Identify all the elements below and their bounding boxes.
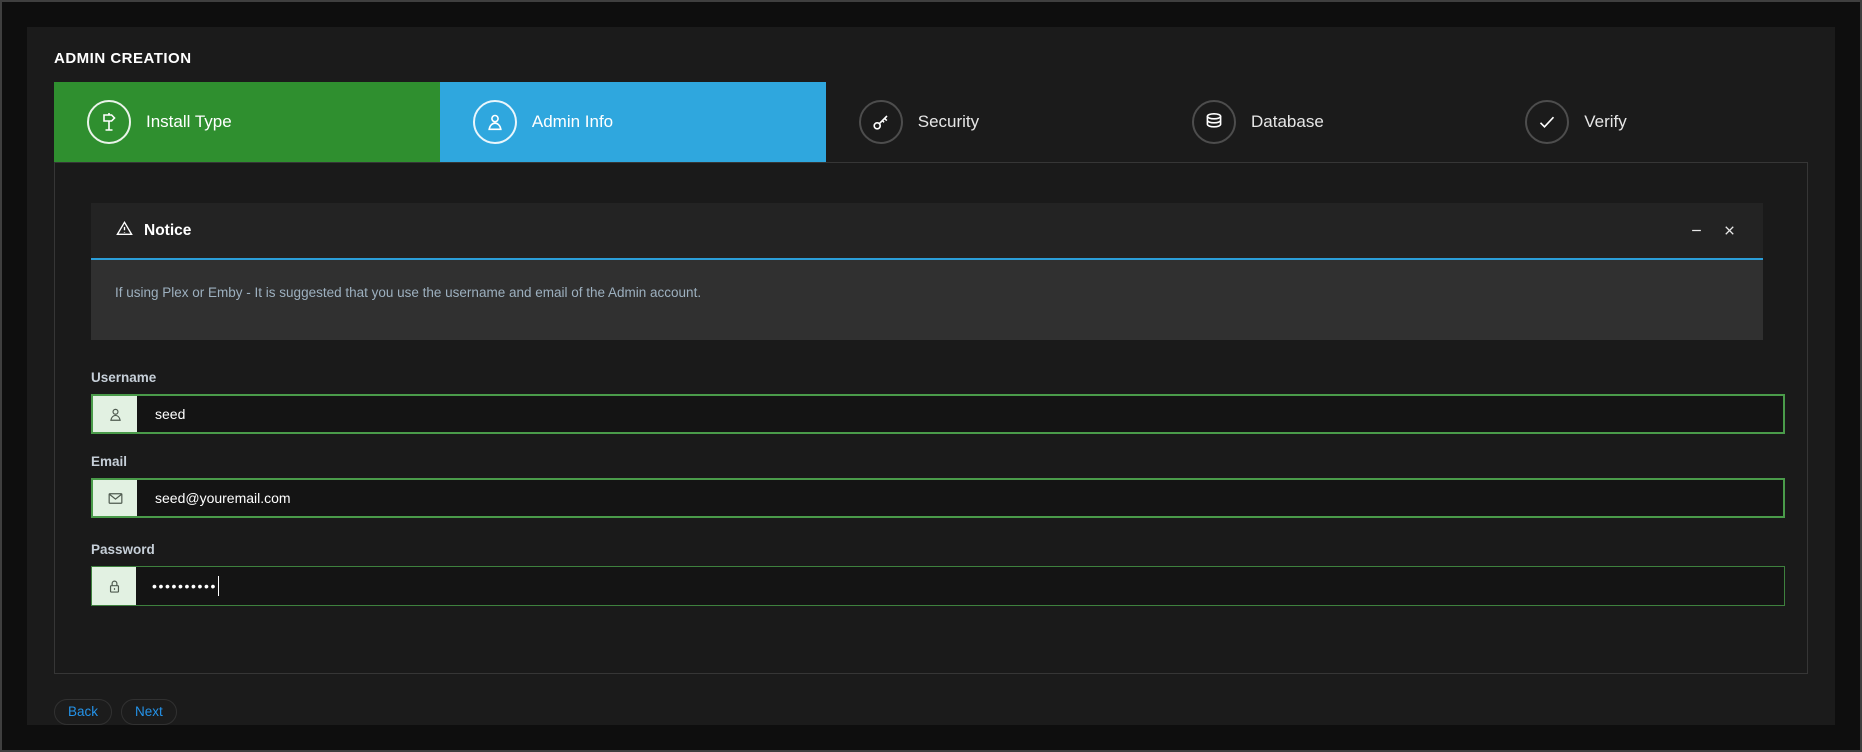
password-label: Password	[91, 542, 1785, 557]
password-value: ••••••••••	[152, 578, 217, 594]
user-icon	[93, 396, 137, 432]
wizard-step-install-type[interactable]: Install Type	[54, 82, 440, 162]
wizard-step-label: Verify	[1584, 112, 1627, 132]
wizard-step-label: Admin Info	[532, 112, 613, 132]
wizard-step-database[interactable]: Database	[1159, 82, 1492, 162]
step-content-panel: Notice If using Plex or Emby - It is sug…	[54, 162, 1808, 674]
text-caret	[218, 576, 219, 596]
next-button[interactable]: Next	[121, 699, 177, 725]
username-input-row	[91, 394, 1785, 434]
page-title: ADMIN CREATION	[54, 50, 1808, 67]
wizard-step-verify[interactable]: Verify	[1492, 82, 1808, 162]
email-input-row	[91, 478, 1785, 518]
notice-header: Notice	[91, 203, 1763, 260]
check-icon	[1525, 100, 1569, 144]
lock-icon	[92, 567, 136, 605]
email-label: Email	[91, 454, 1785, 469]
password-input[interactable]: ••••••••••	[136, 567, 1784, 605]
notice-body: If using Plex or Emby - It is suggested …	[91, 260, 1763, 340]
warning-icon	[115, 219, 134, 243]
password-group: Password ••••••••••	[91, 542, 1785, 606]
wizard-steps: Install Type Admin Info Security Databas…	[54, 82, 1808, 162]
wizard-step-admin-info[interactable]: Admin Info	[440, 82, 826, 162]
notice-title: Notice	[144, 222, 191, 240]
wizard-footer: Back Next	[54, 699, 1808, 725]
password-input-row: ••••••••••	[91, 566, 1785, 606]
minimize-icon[interactable]	[1687, 221, 1706, 240]
username-input[interactable]	[137, 396, 1783, 432]
user-icon	[473, 100, 517, 144]
close-icon[interactable]	[1720, 221, 1739, 240]
setup-wizard: ADMIN CREATION Install Type Admin Info S…	[27, 27, 1835, 725]
key-icon	[859, 100, 903, 144]
notice-text: If using Plex or Emby - It is suggested …	[115, 285, 1739, 300]
back-button[interactable]: Back	[54, 699, 112, 725]
database-icon	[1192, 100, 1236, 144]
username-label: Username	[91, 370, 1785, 385]
email-group: Email	[91, 454, 1785, 518]
notice-card: Notice If using Plex or Emby - It is sug…	[91, 203, 1763, 340]
wizard-step-security[interactable]: Security	[826, 82, 1159, 162]
email-input[interactable]	[137, 480, 1783, 516]
wizard-step-label: Install Type	[146, 112, 232, 132]
app-window: ADMIN CREATION Install Type Admin Info S…	[0, 0, 1862, 752]
username-group: Username	[91, 370, 1785, 434]
wizard-step-label: Security	[918, 112, 979, 132]
wizard-step-label: Database	[1251, 112, 1324, 132]
signpost-icon	[87, 100, 131, 144]
envelope-icon	[93, 480, 137, 516]
